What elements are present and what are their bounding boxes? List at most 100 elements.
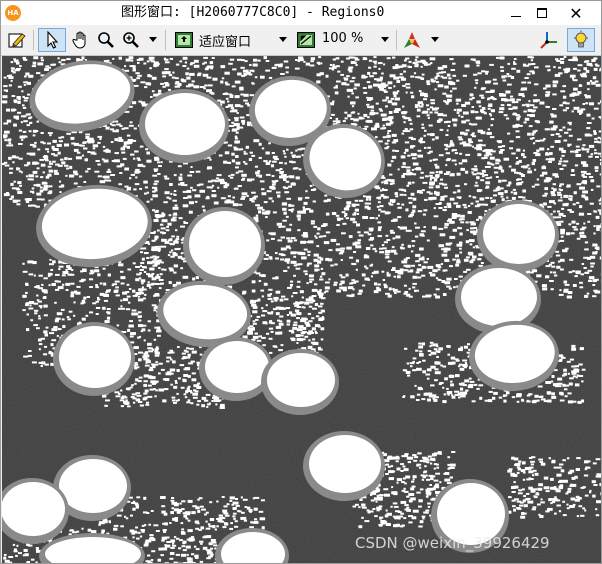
axes-button[interactable] <box>537 28 561 52</box>
region-speckle <box>19 184 22 187</box>
region-speckle <box>18 129 23 132</box>
region-speckle <box>449 142 454 146</box>
region-speckle <box>568 134 573 137</box>
color-dropdown-arrow[interactable] <box>431 37 439 42</box>
region-speckle <box>149 67 152 70</box>
region-speckle <box>147 342 152 346</box>
region-speckle <box>130 153 135 156</box>
region-speckle <box>572 99 575 102</box>
edit-button[interactable] <box>5 28 29 52</box>
region-speckle <box>493 166 499 169</box>
region-speckle <box>476 100 481 104</box>
region-speckle <box>203 399 209 402</box>
region-speckle <box>394 252 398 255</box>
region-speckle <box>403 487 406 490</box>
region-speckle <box>58 61 62 64</box>
region-speckle <box>586 122 592 124</box>
region-speckle <box>383 180 388 183</box>
lightbulb-button[interactable] <box>567 28 595 52</box>
region-speckle <box>552 173 559 177</box>
zoom-percent-icon <box>297 32 315 48</box>
region-speckle <box>541 284 547 288</box>
pointer-tool-button[interactable] <box>38 28 66 52</box>
region-speckle <box>463 391 468 395</box>
region-speckle <box>160 227 166 230</box>
region-speckle <box>450 140 453 143</box>
color-tool-button[interactable] <box>400 28 424 52</box>
region-speckle <box>589 102 595 106</box>
region-speckle <box>192 396 198 399</box>
region-speckle <box>483 156 488 159</box>
zoom-dropdown-arrow[interactable] <box>149 37 157 42</box>
region-speckle <box>124 65 127 68</box>
maximize-button[interactable] <box>527 1 557 25</box>
close-button[interactable]: ✕ <box>561 1 591 25</box>
region-speckle <box>141 257 145 261</box>
region-speckle <box>593 210 596 213</box>
region-speckle <box>454 163 457 166</box>
zoom-in-button[interactable] <box>119 28 143 52</box>
pan-tool-button[interactable] <box>69 28 93 52</box>
region-speckle <box>423 511 427 514</box>
region-speckle <box>501 198 505 202</box>
region-speckle <box>33 184 37 187</box>
region-speckle <box>387 163 392 167</box>
zoom-percent-value[interactable]: 100 % <box>322 31 363 46</box>
region-speckle <box>475 181 478 184</box>
region-speckle <box>446 285 451 288</box>
region-speckle <box>530 59 533 62</box>
image-canvas[interactable] <box>2 56 601 563</box>
fit-dropdown-arrow[interactable] <box>279 37 287 42</box>
region-speckle <box>324 286 330 290</box>
region-speckle <box>130 332 136 336</box>
region-speckle <box>188 210 193 214</box>
region-speckle <box>238 126 244 129</box>
region-speckle <box>124 401 130 405</box>
region-speckle <box>363 113 368 117</box>
region-speckle <box>17 181 22 185</box>
fit-window-label[interactable]: 适应窗口 <box>199 31 251 50</box>
fit-window-button[interactable] <box>172 28 196 52</box>
region-speckle <box>421 103 424 106</box>
region-speckle <box>266 239 270 242</box>
region-speckle <box>404 128 408 131</box>
zoom-percent-button[interactable] <box>294 28 318 52</box>
region-speckle <box>340 281 345 284</box>
region-speckle <box>567 121 572 124</box>
region-speckle <box>351 105 355 108</box>
region-speckle <box>389 203 394 206</box>
region-speckle <box>209 61 214 65</box>
region-speckle <box>466 268 471 271</box>
region-speckle <box>552 80 559 84</box>
region-speckle <box>509 147 514 150</box>
region-speckle <box>450 90 453 93</box>
region-speckle <box>426 478 430 481</box>
region-speckle <box>506 103 511 106</box>
graphics-window: HA 图形窗口: [H2060777C8C0] - Regions0 ✕ 适应窗… <box>0 0 602 564</box>
region-speckle <box>139 272 142 275</box>
zoom-percent-dropdown-arrow[interactable] <box>381 37 389 42</box>
region-speckle <box>263 201 268 204</box>
region-speckle <box>455 184 460 187</box>
region-speckle <box>427 505 431 508</box>
region-speckle <box>179 364 185 367</box>
region-speckle <box>144 293 147 296</box>
magnify-tool-button[interactable] <box>95 28 117 52</box>
region-speckle <box>247 123 251 127</box>
region-speckle <box>389 179 395 183</box>
region-speckle <box>170 255 175 258</box>
region-speckle <box>212 77 218 81</box>
region-speckle <box>430 457 436 461</box>
region-speckle <box>503 114 508 117</box>
region-speckle <box>409 122 413 125</box>
region-speckle <box>122 157 127 160</box>
region-speckle <box>464 183 468 186</box>
region-speckle <box>498 166 503 170</box>
region-speckle <box>401 132 405 135</box>
region-speckle <box>470 202 474 205</box>
region-speckle <box>116 123 121 126</box>
region-speckle <box>27 93 30 96</box>
region-speckle <box>208 84 213 87</box>
region-speckle <box>429 174 433 177</box>
region-speckle <box>271 200 274 203</box>
